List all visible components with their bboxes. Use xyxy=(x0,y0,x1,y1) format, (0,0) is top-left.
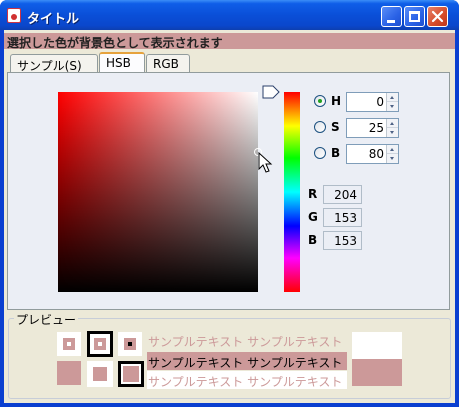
saturation-radio[interactable] xyxy=(314,121,326,133)
minimize-icon xyxy=(387,20,395,23)
red-label: R xyxy=(308,187,318,201)
blue-label: B xyxy=(308,233,318,247)
saturation-spinner[interactable]: 25 xyxy=(346,118,399,138)
minimize-button[interactable] xyxy=(381,6,402,27)
hue-slider-thumb[interactable] xyxy=(262,85,280,99)
saturation-spinner-buttons xyxy=(386,119,398,137)
hsb-panel: H 0 S 25 B 80 R 204 G 153 B 153 xyxy=(7,72,450,310)
tab-sample[interactable]: サンプル(S) xyxy=(10,54,98,73)
spinner-up-arrow-icon[interactable] xyxy=(387,93,398,102)
preview-swatch-small-on-white xyxy=(57,332,81,356)
preview-text-on-default: サンプルテキスト サンプルテキスト xyxy=(148,335,343,349)
spinner-down-arrow-icon[interactable] xyxy=(387,154,398,163)
spinner-up-arrow-icon[interactable] xyxy=(387,119,398,128)
preview-color-block xyxy=(352,332,402,386)
green-value: 153 xyxy=(334,211,357,225)
hue-spinner[interactable]: 0 xyxy=(346,92,399,112)
green-field: 153 xyxy=(323,208,362,227)
saturation-value: 25 xyxy=(368,121,384,135)
preview-swatch-thick-border xyxy=(118,361,144,387)
preview-swatch-solid xyxy=(57,361,81,385)
maximize-button[interactable] xyxy=(404,6,425,27)
preview-swatch-bordered xyxy=(87,331,113,357)
hue-spinner-buttons xyxy=(386,93,398,111)
green-label: G xyxy=(308,210,318,224)
tab-rgb[interactable]: RGB xyxy=(146,54,190,73)
saturation-brightness-picker[interactable] xyxy=(58,92,273,292)
hue-value: 0 xyxy=(376,95,384,109)
preview-swatch-dark-dot xyxy=(118,332,142,356)
saturation-label: S xyxy=(331,120,340,134)
spinner-down-arrow-icon[interactable] xyxy=(387,102,398,111)
window-title: タイトル xyxy=(27,12,80,27)
status-text: 選択した色が背景色として表示されます xyxy=(7,36,223,50)
status-bar: 選択した色が背景色として表示されます xyxy=(4,33,455,50)
tab-hsb[interactable]: HSB xyxy=(99,52,145,73)
close-button[interactable] xyxy=(427,6,448,27)
spinner-up-arrow-icon[interactable] xyxy=(387,145,398,154)
hue-label: H xyxy=(331,94,342,108)
java-app-icon[interactable] xyxy=(7,8,21,23)
brightness-value: 80 xyxy=(368,147,384,161)
maximize-icon xyxy=(409,11,420,22)
blue-value: 153 xyxy=(334,234,357,248)
preview-text-on-color: サンプルテキスト サンプルテキスト xyxy=(147,352,347,370)
preview-title: プレビュー xyxy=(14,311,79,328)
red-value: 204 xyxy=(334,188,357,202)
brightness-spinner[interactable]: 80 xyxy=(346,144,399,164)
preview-swatch-on-white xyxy=(87,361,113,387)
title-bar[interactable]: タイトル xyxy=(0,0,459,30)
client-area: 選択した色が背景色として表示されます サンプル(S) HSB RGB H 0 S… xyxy=(4,30,455,403)
spinner-down-arrow-icon[interactable] xyxy=(387,128,398,137)
app-window: タイトル 選択した色が背景色として表示されます サンプル(S) HSB RGB xyxy=(0,0,459,407)
blue-field: 153 xyxy=(323,231,362,250)
preview-text-on-white: サンプルテキスト サンプルテキスト xyxy=(147,371,347,389)
brightness-label: B xyxy=(331,146,341,160)
preview-panel: プレビュー サンプルテキスト サンプルテキスト サンプルテキスト サンプルテキス… xyxy=(8,311,451,399)
close-icon xyxy=(431,10,444,23)
red-field: 204 xyxy=(323,185,362,204)
hue-slider[interactable] xyxy=(284,92,300,292)
mouse-cursor-icon xyxy=(258,152,273,173)
brightness-spinner-buttons xyxy=(386,145,398,163)
hue-radio[interactable] xyxy=(314,95,326,107)
brightness-radio[interactable] xyxy=(314,147,326,159)
